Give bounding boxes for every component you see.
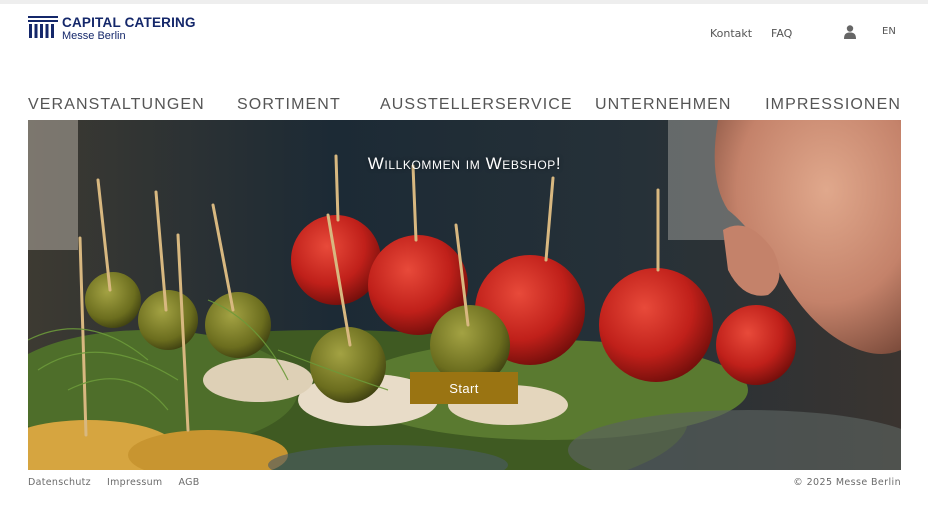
- hero-title: Willkommen im Webshop!: [367, 154, 562, 173]
- footer-link-agb[interactable]: AGB: [178, 477, 199, 488]
- user-icon[interactable]: [844, 25, 856, 39]
- copyright: © 2025 Messe Berlin: [793, 477, 901, 488]
- hero-banner: Willkommen im Webshop! Start: [28, 120, 901, 470]
- footer-link-datenschutz[interactable]: Datenschutz: [28, 477, 91, 488]
- brand-subtitle: Messe Berlin: [62, 30, 126, 42]
- nav-item-sortiment[interactable]: SORTIMENT: [237, 96, 341, 114]
- language-switch[interactable]: EN: [882, 26, 896, 37]
- nav-item-veranstaltungen[interactable]: VERANSTALTUNGEN: [28, 96, 205, 114]
- main-navigation: VERANSTALTUNGEN SORTIMENT AUSSTELLERSERV…: [28, 96, 901, 118]
- footer-links: Datenschutz Impressum AGB: [28, 477, 200, 488]
- footer-link-impressum[interactable]: Impressum: [107, 477, 163, 488]
- kontakt-link[interactable]: Kontakt: [710, 27, 752, 40]
- logo[interactable]: CAPITAL CATERING Messe Berlin: [28, 16, 196, 42]
- nav-item-ausstellerservice[interactable]: AUSSTELLERSERVICE: [380, 96, 573, 114]
- nav-item-impressionen[interactable]: IMPRESSIONEN: [765, 96, 901, 114]
- columns-logo-icon: [28, 16, 58, 38]
- faq-link[interactable]: FAQ: [771, 27, 792, 40]
- brand-name: CAPITAL CATERING: [62, 15, 196, 30]
- nav-item-unternehmen[interactable]: UNTERNEHMEN: [595, 96, 732, 114]
- top-border: [0, 0, 928, 4]
- start-button[interactable]: Start: [410, 372, 518, 404]
